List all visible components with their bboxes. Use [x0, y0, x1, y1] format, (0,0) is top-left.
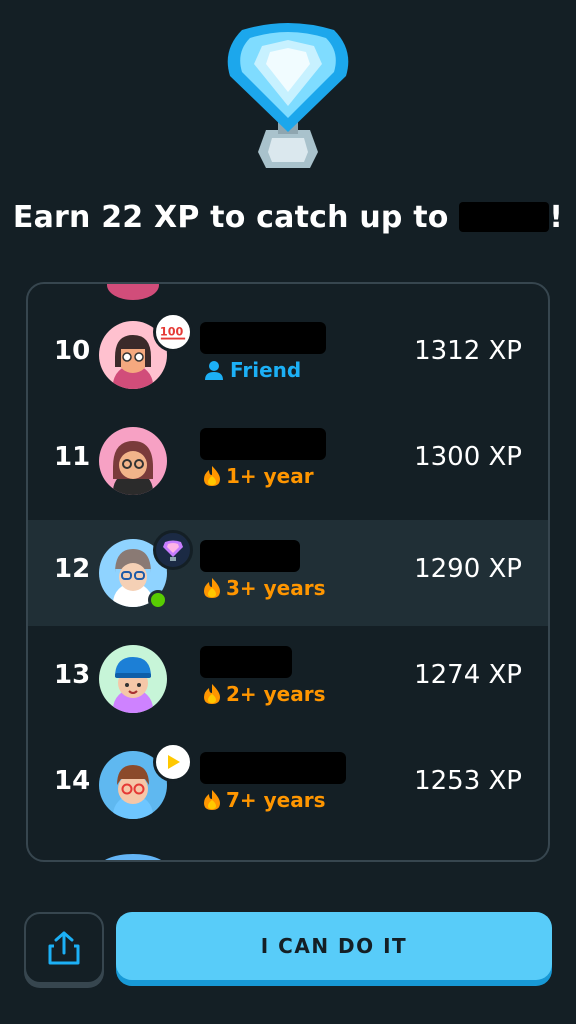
avatar[interactable]: [99, 645, 167, 713]
streak-label: 3+ years: [204, 576, 326, 600]
xp-value: 1253 XP: [414, 766, 522, 796]
friend-label: Friend: [204, 358, 301, 382]
flame-icon: [204, 578, 220, 598]
xp-value: 1300 XP: [414, 442, 522, 472]
share-button[interactable]: [24, 912, 104, 984]
redacted-username: [459, 202, 550, 232]
avatar-partial-bottom: [98, 854, 168, 860]
rank-number: 12: [54, 554, 91, 584]
share-icon: [48, 931, 80, 965]
xp-value: 1290 XP: [414, 554, 522, 584]
streak-label: 7+ years: [204, 788, 326, 812]
play-badge-icon: [153, 742, 193, 782]
leaderboard-row-10[interactable]: 10 100 Friend 1312 XP: [28, 302, 548, 408]
rank-number: 10: [54, 336, 91, 366]
headline-suffix: !: [549, 200, 564, 235]
rank-number: 14: [54, 766, 91, 796]
leaderboard-row-14[interactable]: 14 7+ years 1253 XP: [28, 732, 548, 838]
xp-value: 1274 XP: [414, 660, 522, 690]
redacted-name: [200, 540, 300, 572]
streak-text: 3+ years: [226, 576, 326, 600]
streak-label: 2+ years: [204, 682, 326, 706]
svg-text:100: 100: [160, 326, 184, 339]
online-status-dot: [148, 590, 168, 610]
headline-text: Earn 22 XP to catch up to: [12, 200, 449, 235]
avatar[interactable]: [99, 427, 167, 495]
leaderboard-row-12-current-user[interactable]: 12 3+ years 1290 XP: [28, 520, 548, 626]
redacted-name: [200, 428, 326, 460]
leaderboard-row-13[interactable]: 13 2+ years 1274 XP: [28, 626, 548, 732]
redacted-name: [200, 322, 326, 354]
avatar-partial-top: [107, 284, 159, 300]
diamond-trophy-icon: [222, 22, 354, 172]
i-can-do-it-button[interactable]: I CAN DO IT: [116, 912, 552, 980]
streak-text: 7+ years: [226, 788, 326, 812]
streak-label: 1+ year: [204, 464, 314, 488]
flame-icon: [204, 466, 220, 486]
redacted-name: [200, 752, 346, 784]
xp-value: 1312 XP: [414, 336, 522, 366]
rank-number: 11: [54, 442, 91, 472]
hundred-badge-icon: 100: [153, 312, 193, 352]
flame-icon: [204, 790, 220, 810]
streak-text: 1+ year: [226, 464, 314, 488]
diamond-league-badge-icon: [153, 530, 193, 570]
flame-icon: [204, 684, 220, 704]
catch-up-headline: Earn 22 XP to catch up to !: [0, 200, 576, 235]
redacted-name: [200, 646, 292, 678]
leaderboard-list[interactable]: 10 100 Friend 1312 XP 11 1+ year 1300 XP…: [26, 282, 550, 862]
person-icon: [205, 361, 223, 380]
rank-number: 13: [54, 660, 91, 690]
friend-text: Friend: [230, 358, 302, 382]
leaderboard-row-11[interactable]: 11 1+ year 1300 XP: [28, 408, 548, 514]
streak-text: 2+ years: [226, 682, 326, 706]
